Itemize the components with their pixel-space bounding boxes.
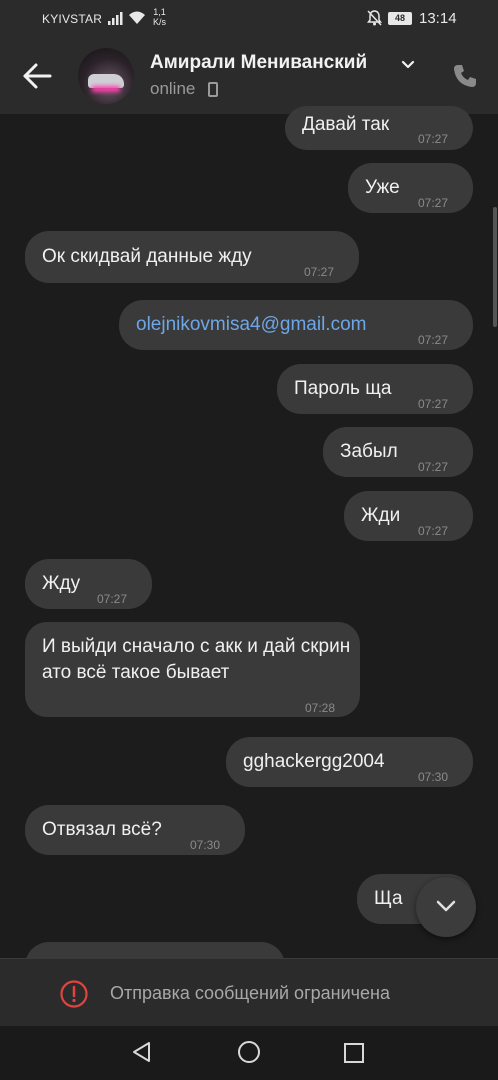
message-text: Отвязал всё?: [42, 819, 162, 840]
message-bubble-incoming[interactable]: Ок скидвай данные жду 07:27: [25, 231, 359, 283]
message-link[interactable]: olejnikovmisa4@gmail.com: [136, 312, 366, 338]
signal-icon: [108, 12, 123, 25]
mobile-device-icon: [208, 82, 218, 97]
message-time: 07:27: [418, 460, 449, 474]
status-bar: KYIVSTAR 1,1 K/s 48 13:14: [0, 0, 498, 38]
message-text: И выйди сначало с акк и дай скрин ато вс…: [42, 636, 351, 683]
chevron-down-icon[interactable]: [401, 60, 415, 70]
battery-indicator: 48: [388, 12, 412, 25]
message-time: 07:27: [418, 397, 449, 411]
message-text: gghackergg2004: [243, 751, 385, 772]
message-time: 07:27: [97, 592, 128, 606]
message-time: 07:30: [190, 838, 221, 852]
avatar[interactable]: [78, 48, 134, 104]
message-time: 07:28: [305, 701, 336, 715]
clock: 13:14: [419, 10, 457, 27]
message-time: 07:27: [418, 196, 449, 210]
contact-name[interactable]: Амирали Мениванский: [150, 52, 367, 74]
network-speed-value: 1,1: [153, 7, 166, 17]
nav-recent-icon[interactable]: [343, 1042, 365, 1064]
message-time: 07:27: [418, 333, 449, 347]
message-time: 07:27: [418, 524, 449, 538]
message-text: Ок скидвай данные жду: [42, 246, 252, 267]
network-speed: 1,1 K/s: [153, 7, 166, 27]
message-bubble-incoming[interactable]: Отвязал всё? 07:30: [25, 805, 245, 855]
message-bubble-outgoing[interactable]: Давай так 07:27: [285, 106, 473, 150]
chat-screen: KYIVSTAR 1,1 K/s 48 13:14 Амирали Менива…: [0, 0, 498, 1080]
message-time: 07:30: [418, 770, 449, 784]
message-time: 07:27: [418, 132, 449, 146]
wifi-icon: [129, 11, 145, 24]
message-text: Жду: [42, 573, 81, 594]
message-bubble-outgoing[interactable]: Жди 07:27: [344, 491, 473, 541]
contact-status: online: [150, 79, 196, 98]
message-time: 07:27: [304, 265, 335, 279]
scrollbar[interactable]: [493, 207, 497, 327]
message-text: Жди: [361, 505, 401, 526]
chevron-down-icon: [436, 900, 456, 912]
call-icon[interactable]: [452, 63, 478, 89]
carrier-label: KYIVSTAR: [42, 12, 103, 26]
scroll-down-button[interactable]: [416, 877, 476, 937]
message-bubble-incoming[interactable]: И выйди сначало с акк и дай скрин ато вс…: [25, 622, 360, 717]
message-text: Ща: [374, 888, 403, 909]
restriction-text: Отправка сообщений ограничена: [110, 983, 390, 1003]
message-text: Пароль ща: [294, 378, 392, 399]
message-text: Забыл: [340, 441, 398, 462]
system-nav-bar: [0, 1026, 498, 1080]
network-speed-unit: K/s: [153, 17, 167, 27]
message-bubble-incoming[interactable]: Жду 07:27: [25, 559, 152, 609]
back-arrow-icon[interactable]: [22, 62, 52, 90]
alert-icon: [60, 980, 88, 1008]
chat-header: Амирали Мениванский online: [0, 38, 498, 114]
message-bubble-outgoing[interactable]: gghackergg2004 07:30: [226, 737, 473, 787]
mute-icon: [367, 10, 382, 26]
message-bubble-outgoing[interactable]: Уже 07:27: [348, 163, 473, 213]
message-bubble-outgoing[interactable]: Забыл 07:27: [323, 427, 473, 477]
message-text: Уже: [365, 177, 400, 198]
nav-home-icon[interactable]: [237, 1040, 261, 1064]
message-bubble-outgoing[interactable]: olejnikovmisa4@gmail.com 07:27: [119, 300, 473, 350]
avatar-car-image: [88, 74, 124, 88]
message-bubble-outgoing[interactable]: Пароль ща 07:27: [277, 364, 473, 414]
message-text: Давай так: [302, 114, 390, 135]
nav-back-icon[interactable]: [130, 1040, 154, 1064]
restriction-bar: Отправка сообщений ограничена: [0, 958, 498, 1026]
